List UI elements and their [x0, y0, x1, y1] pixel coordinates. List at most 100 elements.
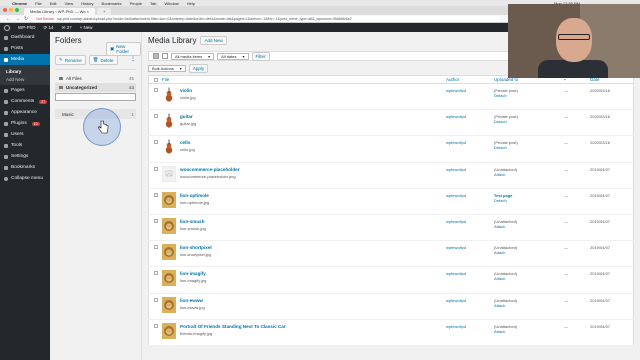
zoom-window-icon[interactable] [15, 8, 19, 12]
sidebar-item-posts[interactable]: Posts [0, 43, 50, 54]
minimize-window-icon[interactable] [9, 8, 13, 12]
file-title-link[interactable]: cello [180, 140, 195, 145]
table-row[interactable]: lion-smush lion-smush.jpg wpfewolfpd (Un… [148, 214, 634, 242]
author-link[interactable]: wpfewolfpd [446, 162, 494, 189]
folder-uncategorized[interactable]: Uncategorized 44 [55, 83, 136, 92]
site-name-link[interactable]: WP-PhD [18, 25, 36, 30]
menu-view[interactable]: View [64, 1, 73, 6]
new-folder-button[interactable]: ▣ New Folder [106, 42, 141, 56]
thumbnail-icon[interactable] [162, 191, 176, 208]
file-title-link[interactable]: woocommerce-placeholder [180, 167, 239, 172]
file-title-link[interactable]: lion-ewww [180, 298, 205, 303]
grid-view-icon[interactable] [162, 53, 168, 59]
row-checkbox[interactable] [154, 271, 158, 276]
author-link[interactable]: wpfewolfpd [446, 293, 494, 320]
menu-bookmarks[interactable]: Bookmarks [102, 1, 122, 6]
file-title-link[interactable]: Portrait Of Friends Standing Next To Cla… [180, 324, 286, 329]
menu-edit[interactable]: Edit [50, 1, 57, 6]
author-link[interactable]: wpfewolfpd [446, 109, 494, 137]
file-title-link[interactable]: lion-shortpixel [180, 245, 212, 250]
bulk-actions-select[interactable]: Bulk Actions ▾ [148, 65, 186, 72]
attach-link[interactable]: Detach [494, 145, 564, 150]
submenu-add-new[interactable]: Add New [0, 75, 50, 83]
date-filter[interactable]: All dates ▾ [217, 52, 249, 60]
col-file[interactable]: File [162, 75, 446, 84]
url-field[interactable]: Not Secure wp-phd.com/wp-admin/upload.ph… [32, 15, 500, 22]
thumbnail-icon[interactable] [162, 244, 176, 261]
folder-name-input[interactable] [55, 93, 136, 101]
submenu-library[interactable]: Library [0, 67, 50, 75]
thumbnail-icon[interactable] [162, 165, 176, 182]
rename-button[interactable]: ✎ Rename [55, 55, 86, 65]
new-tab-button[interactable]: + [96, 8, 112, 15]
sidebar-item-settings[interactable]: Settings [0, 151, 50, 162]
menu-history[interactable]: History [81, 1, 93, 6]
sidebar-item-users[interactable]: Users [0, 129, 50, 140]
table-row[interactable]: lion-imagify lion-imagify.jpg wpfewolfpd… [148, 266, 634, 294]
back-icon[interactable]: ← [6, 16, 11, 22]
table-row[interactable]: lion-shortpixel lion-shortpixel.jpg wpfe… [148, 240, 634, 268]
row-checkbox[interactable] [154, 166, 158, 171]
table-row[interactable]: woocommerce-placeholder woocommerce-plac… [148, 162, 634, 189]
table-row[interactable]: lion-ewww lion-ewww.jpg wpfewolfpd (Unat… [148, 293, 634, 320]
author-link[interactable]: wpfewolfpd [446, 319, 494, 346]
file-title-link[interactable]: guitar [180, 114, 196, 119]
row-checkbox[interactable] [154, 140, 158, 145]
author-link[interactable]: wpfewolfpd [446, 188, 494, 215]
thumbnail-icon[interactable] [162, 296, 176, 313]
attach-link[interactable]: Attach [494, 250, 564, 255]
attach-link[interactable]: Attach [494, 172, 564, 177]
menu-people[interactable]: People [130, 1, 142, 6]
attach-link[interactable]: Attach [494, 276, 564, 281]
file-title-link[interactable]: lion-imagify [180, 271, 206, 276]
menu-window[interactable]: Window [164, 1, 178, 6]
filter-button[interactable]: Filter [251, 51, 270, 61]
sidebar-item-tools[interactable]: Tools [0, 140, 50, 151]
row-checkbox[interactable] [154, 218, 158, 223]
delete-button[interactable]: 🗑 Delete [88, 55, 118, 65]
select-all-checkbox[interactable] [154, 78, 158, 82]
attach-link[interactable]: Attach [494, 224, 564, 229]
thumbnail-icon[interactable] [162, 113, 176, 130]
thumbnail-icon[interactable] [162, 322, 176, 339]
file-title-link[interactable]: violin [180, 88, 196, 93]
row-checkbox[interactable] [154, 297, 158, 302]
row-checkbox[interactable] [154, 323, 158, 328]
list-view-icon[interactable] [153, 53, 159, 59]
row-checkbox[interactable] [154, 245, 158, 250]
sidebar-item-dashboard[interactable]: Dashboard [0, 32, 50, 43]
attach-link[interactable]: Detach [494, 93, 564, 98]
close-window-icon[interactable] [3, 8, 7, 12]
sidebar-item-media[interactable]: Media [0, 54, 50, 65]
row-checkbox[interactable] [154, 88, 158, 92]
menu-help[interactable]: Help [187, 1, 195, 6]
table-row[interactable]: violin violin.jpg wpfewolfpd (Private po… [148, 83, 634, 111]
row-checkbox[interactable] [154, 114, 158, 119]
sidebar-item-comments[interactable]: Comments 27 [0, 96, 50, 107]
updates-link[interactable]: ⟳ 14 [44, 25, 54, 31]
reload-icon[interactable]: ↻ [24, 16, 28, 22]
menu-file[interactable]: File [35, 1, 41, 6]
table-row[interactable]: Portrait Of Friends Standing Next To Cla… [148, 319, 634, 346]
file-title-link[interactable]: lion-optimole [180, 193, 209, 198]
forward-icon[interactable]: → [15, 16, 20, 22]
author-link[interactable]: wpfewolfpd [446, 266, 494, 294]
row-checkbox[interactable] [154, 192, 158, 197]
new-content-link[interactable]: + New [80, 25, 93, 30]
wordpress-logo-icon[interactable] [4, 24, 10, 31]
attach-link[interactable]: Attach [494, 329, 564, 334]
sidebar-item-collapse[interactable]: Collapse menu [0, 173, 50, 184]
sidebar-item-appearance[interactable]: Appearance [0, 107, 50, 118]
sidebar-item-bookmarks[interactable]: Bookmarks [0, 162, 50, 173]
folder-all-files[interactable]: All Files 45 [55, 74, 136, 83]
apply-button[interactable]: Apply [188, 64, 209, 73]
author-link[interactable]: wpfewolfpd [446, 135, 494, 163]
table-row[interactable]: guitar guitar.jpg wpfewolfpd (Private po… [148, 109, 634, 137]
file-title-link[interactable]: lion-smush [180, 219, 206, 224]
menu-tab[interactable]: Tab [150, 1, 156, 6]
tab-media-library[interactable]: Media Library ‹ WP-PhD — Wo × [24, 8, 95, 15]
table-row[interactable]: lion-optimole lion-optimole.jpg wpfewolf… [148, 188, 634, 215]
media-type-filter[interactable]: All media items ▾ [171, 52, 215, 60]
add-new-button[interactable]: Add New [200, 36, 227, 45]
table-row[interactable]: cello cello.jpg wpfewolfpd (Private post… [148, 135, 634, 163]
